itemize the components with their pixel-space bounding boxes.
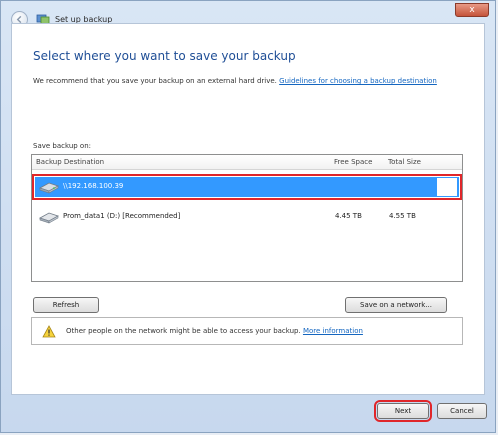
destination-row-network[interactable]: \\192.168.100.39 xyxy=(32,174,462,200)
close-icon: x xyxy=(469,5,475,15)
column-header-total-size[interactable]: Total Size xyxy=(388,158,421,166)
destination-name: \\192.168.100.39 xyxy=(63,182,124,190)
destination-free-space: 4.45 TB xyxy=(335,212,362,220)
row-end-cell xyxy=(437,178,457,196)
hard-drive-icon xyxy=(39,212,59,224)
warning-sentence: Other people on the network might be abl… xyxy=(66,327,301,335)
destination-row-local-drive[interactable]: Prom_data1 (D:) [Recommended] 4.45 TB 4.… xyxy=(35,207,459,227)
destination-total-size: 4.55 TB xyxy=(389,212,416,220)
list-header: Backup Destination Free Space Total Size xyxy=(32,155,462,170)
backup-destination-list[interactable]: Backup Destination Free Space Total Size… xyxy=(31,154,463,282)
recommendation-sentence: We recommend that you save your backup o… xyxy=(33,77,277,85)
refresh-button[interactable]: Refresh xyxy=(33,297,99,313)
column-header-destination[interactable]: Backup Destination xyxy=(36,158,104,166)
save-backup-on-label: Save backup on: xyxy=(33,142,92,150)
recommendation-text: We recommend that you save your backup o… xyxy=(33,76,453,86)
backup-window: x Set up backup Select where you want to… xyxy=(0,0,496,433)
more-information-link[interactable]: More information xyxy=(303,327,363,335)
network-warning-box: Other people on the network might be abl… xyxy=(31,317,463,345)
save-on-network-button[interactable]: Save on a network... xyxy=(345,297,447,313)
column-header-free-space[interactable]: Free Space xyxy=(334,158,372,166)
destination-name: Prom_data1 (D:) [Recommended] xyxy=(63,212,181,220)
warning-icon xyxy=(42,325,56,338)
guidelines-link[interactable]: Guidelines for choosing a backup destina… xyxy=(279,77,437,85)
cancel-button[interactable]: Cancel xyxy=(437,403,487,419)
warning-message: Other people on the network might be abl… xyxy=(66,327,363,335)
next-button[interactable]: Next xyxy=(374,400,432,422)
network-drive-icon xyxy=(39,182,59,194)
close-button[interactable]: x xyxy=(455,3,489,17)
page-heading: Select where you want to save your backu… xyxy=(33,49,296,63)
